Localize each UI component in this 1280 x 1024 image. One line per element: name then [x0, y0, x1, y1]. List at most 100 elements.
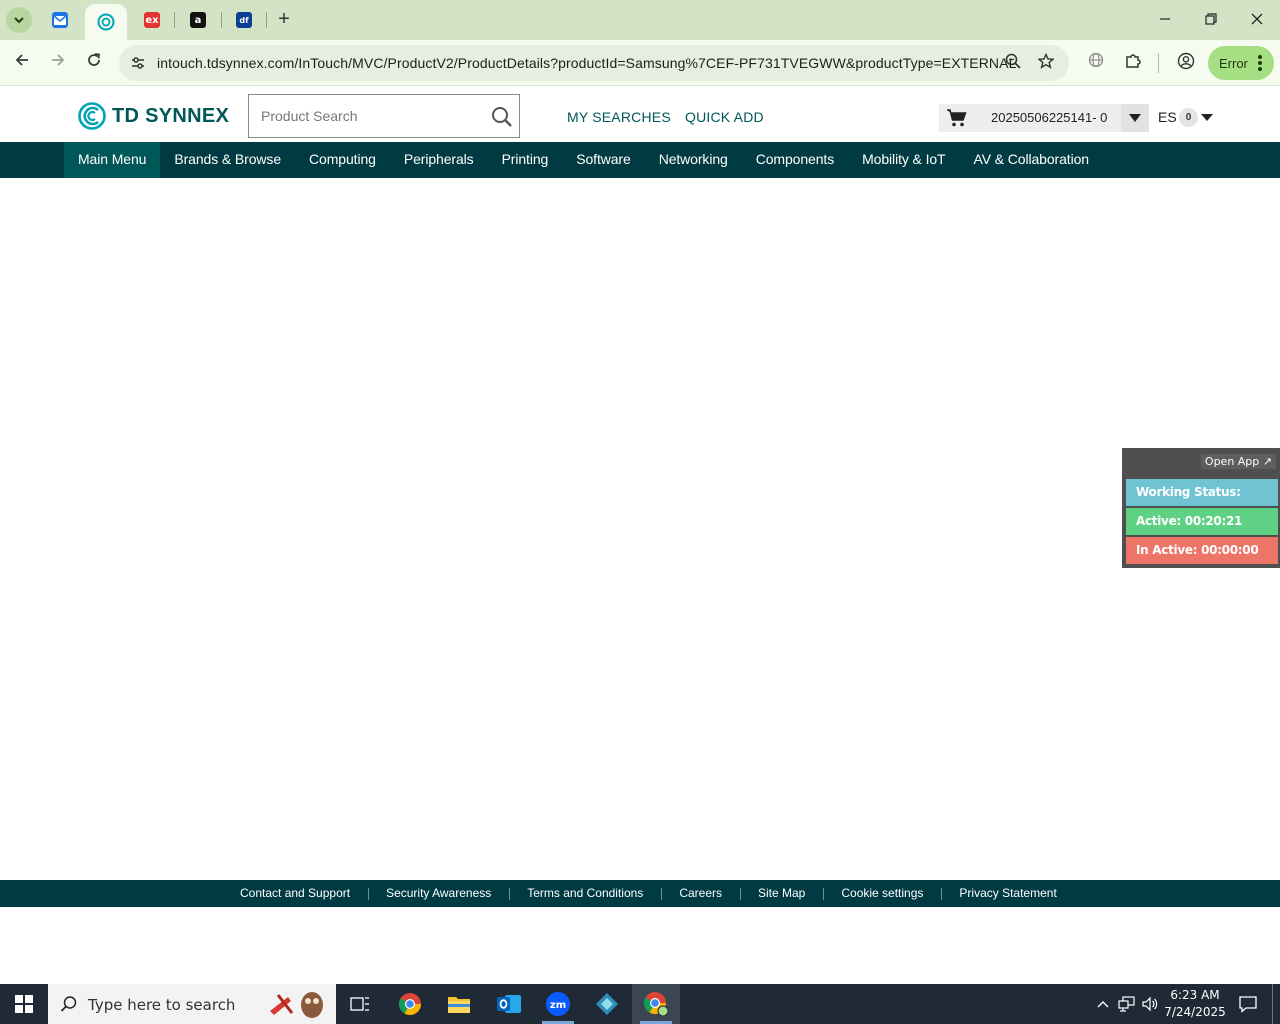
translate-globe-icon[interactable]	[1085, 52, 1107, 74]
volume-tray-button[interactable]	[1140, 984, 1160, 1024]
speaker-icon	[1142, 996, 1158, 1012]
search-icon[interactable]	[490, 105, 514, 129]
product-search-input[interactable]	[261, 105, 481, 127]
nav-mobility-iot[interactable]: Mobility & IoT	[848, 142, 959, 178]
site-header: TD SYNNEX MY SEARCHES QUICK ADD 20250506…	[0, 87, 1280, 142]
task-view-button[interactable]	[336, 984, 384, 1024]
browser-tab-5[interactable]: df	[224, 6, 264, 34]
cart-id: 20250506225141- 0	[991, 110, 1108, 125]
reload-button[interactable]	[80, 49, 108, 77]
url-text[interactable]: intouch.tdsynnex.com/InTouch/MVC/Product…	[157, 55, 1016, 71]
browser-tab-4[interactable]: a	[178, 6, 218, 34]
show-desktop-button[interactable]	[1272, 984, 1280, 1024]
cart-dropdown-button[interactable]	[1121, 104, 1149, 132]
bookmark-star-icon[interactable]	[1036, 52, 1056, 73]
taskbar-search-box[interactable]: Type here to search	[48, 984, 336, 1024]
browser-tab-1[interactable]	[40, 6, 80, 34]
nav-components[interactable]: Components	[742, 142, 848, 178]
footer-security-awareness-link[interactable]: Security Awareness	[368, 880, 509, 907]
toolbar-separator	[1158, 53, 1159, 73]
logo-text: TD SYNNEX	[112, 104, 230, 127]
taskbar-chrome-profile[interactable]	[632, 984, 680, 1024]
active-time: Active: 00:20:21	[1126, 508, 1278, 535]
taskbar-clock[interactable]: 6:23 AM 7/24/2025	[1160, 987, 1230, 1021]
restore-button[interactable]	[1196, 6, 1226, 34]
reload-icon	[88, 53, 101, 66]
nav-software[interactable]: Software	[562, 142, 644, 178]
language-count-badge: 0	[1179, 108, 1198, 127]
product-search-box	[248, 94, 520, 138]
amazon-favicon-icon: a	[190, 12, 206, 28]
nav-printing[interactable]: Printing	[488, 142, 563, 178]
close-window-button[interactable]	[1242, 6, 1272, 34]
quick-add-link[interactable]: QUICK ADD	[685, 109, 764, 125]
profile-error-label: Error	[1219, 55, 1248, 71]
nav-networking[interactable]: Networking	[645, 142, 742, 178]
restore-icon	[1205, 13, 1217, 25]
nav-peripherals[interactable]: Peripherals	[390, 142, 488, 178]
tab-search-button[interactable]	[6, 7, 32, 33]
open-app-button[interactable]: Open App ↗	[1200, 454, 1276, 469]
network-tray-button[interactable]	[1116, 984, 1138, 1024]
profile-error-chip[interactable]: Error	[1208, 46, 1274, 80]
minimize-button[interactable]	[1150, 6, 1180, 34]
task-view-icon	[350, 997, 369, 1011]
more-menu-icon	[1258, 55, 1262, 71]
notifications-button[interactable]	[1234, 984, 1262, 1024]
taskbar-zoom[interactable]: zm	[534, 984, 582, 1024]
td-synnex-favicon-icon	[97, 13, 115, 31]
td-synnex-logo[interactable]: TD SYNNEX	[78, 102, 229, 130]
working-status: Working Status: Active	[1126, 479, 1278, 526]
profile-icon[interactable]	[1175, 52, 1197, 74]
new-tab-button[interactable]: +	[272, 8, 296, 32]
footer-privacy-statement-link[interactable]: Privacy Statement	[941, 880, 1074, 907]
footer-careers-link[interactable]: Careers	[661, 880, 740, 907]
taskbar-app-diamond[interactable]	[583, 984, 631, 1024]
footer-contact-support-link[interactable]: Contact and Support	[222, 880, 368, 907]
tab-separator	[266, 12, 267, 28]
td-synnex-logo-mark-icon	[78, 102, 106, 130]
nav-main-menu[interactable]: Main Menu	[64, 142, 161, 178]
nav-brands-browse[interactable]: Brands & Browse	[160, 142, 295, 178]
cart-selector[interactable]: 20250506225141- 0	[939, 104, 1149, 132]
outlook-icon	[497, 995, 521, 1013]
ex-favicon-icon: ex	[144, 12, 160, 28]
chevron-down-icon	[14, 17, 24, 24]
time-tracker-widget: Open App ↗ Working Status: Active Active…	[1122, 448, 1280, 568]
site-footer: Contact and Support Security Awareness T…	[0, 880, 1280, 907]
chrome-profile-icon	[644, 992, 669, 1017]
extensions-puzzle-icon[interactable]	[1122, 52, 1144, 74]
address-bar[interactable]: intouch.tdsynnex.com/InTouch/MVC/Product…	[119, 45, 1069, 81]
footer-site-map-link[interactable]: Site Map	[740, 880, 823, 907]
browser-tab-strip: ex a df +	[0, 0, 1280, 40]
close-icon	[1251, 13, 1263, 25]
site-info-icon[interactable]	[129, 54, 147, 72]
back-button[interactable]	[8, 49, 36, 77]
taskbar-chrome[interactable]	[386, 984, 434, 1024]
zoom-icon[interactable]	[1003, 53, 1023, 73]
forward-button[interactable]	[44, 49, 72, 77]
footer-terms-link[interactable]: Terms and Conditions	[509, 880, 661, 907]
show-hidden-icons-button[interactable]	[1094, 984, 1112, 1024]
minimize-icon	[1160, 18, 1170, 20]
footer-cookie-settings-link[interactable]: Cookie settings	[823, 880, 941, 907]
mail-favicon-icon	[52, 12, 68, 28]
language-caret-icon[interactable]	[1201, 114, 1213, 121]
browser-tab-3[interactable]: ex	[132, 6, 172, 34]
language-selector[interactable]: ES	[1158, 109, 1177, 125]
windows-logo-icon	[15, 995, 33, 1013]
my-searches-link[interactable]: MY SEARCHES	[567, 109, 671, 125]
taskbar-outlook[interactable]	[485, 984, 533, 1024]
taskbar-search-placeholder: Type here to search	[88, 996, 236, 1014]
browser-tab-2-active[interactable]	[85, 4, 127, 40]
shopping-cart-icon	[947, 109, 967, 127]
clock-date: 7/24/2025	[1164, 1005, 1226, 1019]
taskbar-file-explorer[interactable]	[435, 984, 483, 1024]
arrow-left-icon	[15, 54, 28, 66]
nav-av-collaboration[interactable]: AV & Collaboration	[960, 142, 1103, 178]
df-favicon-icon: df	[236, 12, 252, 28]
nav-computing[interactable]: Computing	[295, 142, 390, 178]
chrome-icon	[399, 993, 421, 1015]
network-icon	[1118, 996, 1135, 1012]
start-button[interactable]	[0, 984, 48, 1024]
